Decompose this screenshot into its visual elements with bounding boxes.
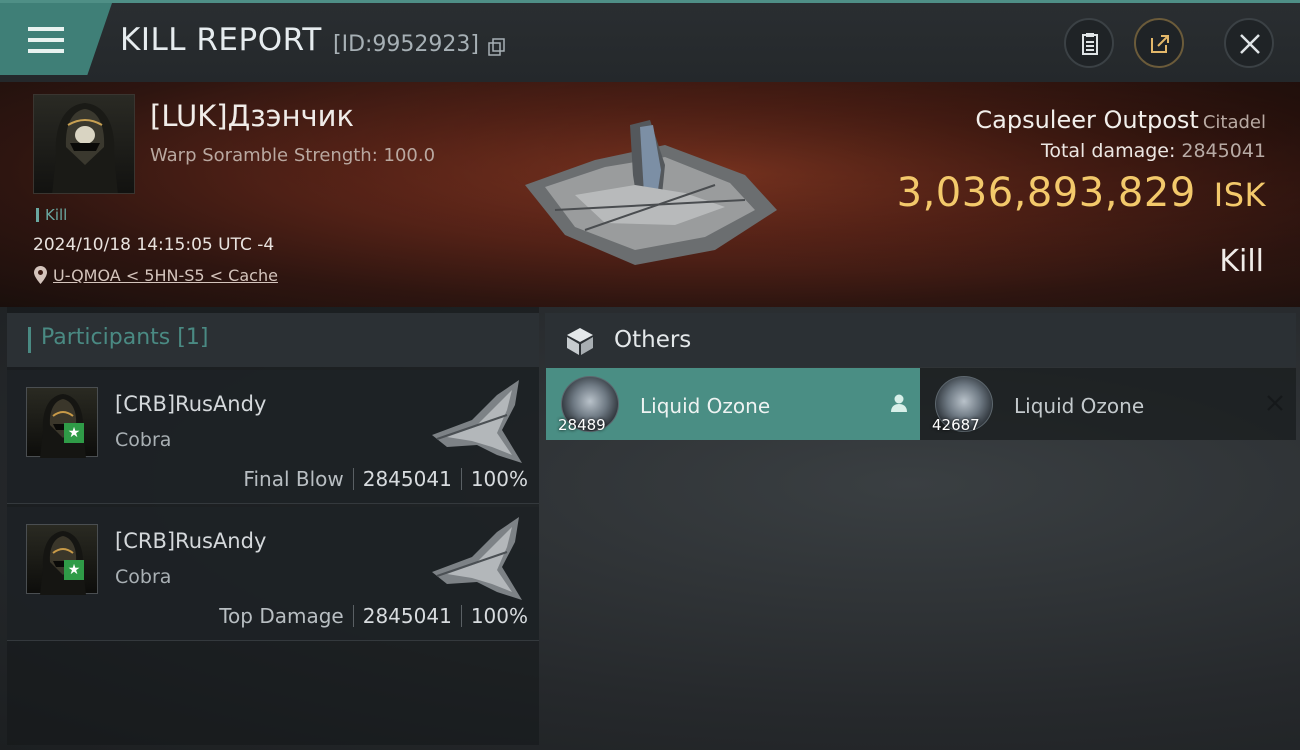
participant-ship-image (432, 380, 522, 463)
participant-ship[interactable]: Cobra (115, 429, 171, 451)
participant-portrait[interactable] (26, 387, 98, 458)
isk-unit: ISK (1213, 176, 1266, 214)
participant-role: Final Blow (243, 467, 344, 491)
participant-name[interactable]: [CRB]RusAndy (115, 529, 266, 553)
share-button[interactable] (1134, 18, 1184, 68)
copy-icon[interactable] (488, 38, 506, 56)
close-button[interactable] (1224, 18, 1274, 68)
kill-tag: Kill (36, 206, 67, 224)
participants-label: Participants (41, 325, 171, 350)
standing-star-icon: ★ (64, 423, 84, 443)
target-name-text[interactable]: Capsuleer Outpost (975, 106, 1198, 134)
clipboard-icon (1082, 33, 1098, 55)
total-damage: Total damage: 2845041 (1041, 140, 1266, 162)
participant-name[interactable]: [CRB]RusAndy (115, 392, 266, 416)
person-icon (891, 394, 907, 412)
isk-amount: 3,036,893,829 (896, 170, 1196, 216)
location-link[interactable]: U-QMOA < 5HN-S5 < Cache (34, 266, 278, 285)
standing-star-icon: ★ (64, 560, 84, 580)
participants-tab[interactable]: Participants [1] (27, 325, 209, 353)
participant-row[interactable]: ★ [CRB]RusAndy Cobra Final Blow 2845041 10… (7, 370, 539, 504)
participant-ship[interactable]: Cobra (115, 566, 171, 588)
item-name: Liquid Ozone (1014, 394, 1145, 418)
participant-portrait[interactable] (26, 524, 98, 595)
menu-icon (28, 27, 64, 57)
x-icon (1267, 395, 1283, 411)
others-item[interactable]: 42687 Liquid Ozone (920, 368, 1296, 440)
participant-percent: 100% (470, 467, 528, 491)
participant-stats: Final Blow 2845041 100% (243, 467, 528, 491)
participant-role: Top Damage (219, 604, 344, 628)
clipboard-button[interactable] (1064, 18, 1114, 68)
location-pin-icon (34, 266, 47, 284)
item-quantity: 28489 (558, 416, 606, 434)
participant-ship-image (432, 517, 522, 600)
kill-result: Kill (1219, 244, 1264, 279)
total-damage-value: 2845041 (1181, 140, 1266, 162)
participant-percent: 100% (470, 604, 528, 628)
kill-datetime: 2024/10/18 14:15:05 UTC -4 (33, 235, 275, 255)
warp-scramble-strength: Warp Soramble Strength: 100.0 (150, 145, 436, 166)
others-label: Others (614, 327, 692, 353)
item-quantity: 42687 (932, 416, 980, 434)
participant-stats: Top Damage 2845041 100% (219, 604, 528, 628)
isk-value: 3,036,893,829 ISK (897, 170, 1266, 216)
target-structure-image (525, 120, 777, 265)
participant-row[interactable]: ★ [CRB]RusAndy Cobra Top Damage 2845041 10… (7, 507, 539, 641)
total-damage-label: Total damage: (1040, 140, 1176, 162)
participant-damage: 2845041 (362, 604, 452, 628)
share-icon (1151, 35, 1169, 53)
target-class: Citadel (1202, 112, 1266, 133)
page-title: KILL REPORT (120, 22, 322, 58)
participant-damage: 2845041 (362, 467, 452, 491)
location-text[interactable]: U-QMOA < 5HN-S5 < Cache (53, 266, 278, 285)
report-id: [ID:9952923] (333, 32, 479, 57)
close-icon (1240, 34, 1260, 54)
victim-portrait[interactable] (33, 94, 135, 194)
item-name: Liquid Ozone (640, 394, 771, 418)
cube-icon (567, 328, 593, 355)
participants-count: [1] (177, 325, 209, 350)
others-item[interactable]: 28489 Liquid Ozone (546, 368, 920, 440)
victim-name[interactable]: [LUK]Дзэнчик (150, 99, 354, 133)
target-name[interactable]: Capsuleer Outpost Citadel (975, 106, 1266, 134)
